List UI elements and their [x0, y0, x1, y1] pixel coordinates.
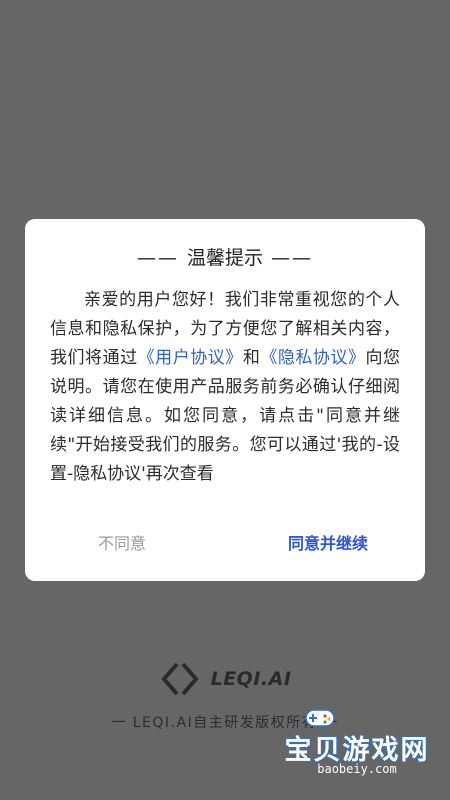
gamepad-icon	[305, 709, 335, 727]
privacy-dialog: —— 温馨提示 —— 亲爱的用户您好！我们非常重视您的个人信息和隐私保护，为了方…	[25, 219, 425, 581]
brand-name: LEQI.AI	[210, 668, 292, 690]
agree-continue-button[interactable]: 同意并继续	[288, 530, 368, 554]
body-text-part2: 和	[242, 348, 261, 368]
dialog-title: —— 温馨提示 ——	[25, 243, 425, 270]
privacy-agreement-link[interactable]: 《隐私协议》	[260, 348, 365, 368]
dialog-title-text: 温馨提示	[186, 247, 263, 269]
disagree-button[interactable]: 不同意	[98, 530, 146, 554]
splash-brand: LEQI.AI	[0, 658, 450, 700]
watermark-url: baobeiy.com	[317, 762, 397, 776]
title-dash-left: ——	[136, 247, 187, 269]
title-dash-right: ——	[263, 247, 314, 269]
leqi-logo-icon	[160, 662, 199, 696]
dialog-body: 亲爱的用户您好！我们非常重视您的个人信息和隐私保护，为了方便您了解相关内容，我们…	[50, 286, 400, 489]
body-text-part3: 向您说明。请您在使用产品服务前务必确认仔细阅读详细信息。如您同意，请点击"同意并…	[50, 348, 401, 484]
user-agreement-link[interactable]: 《用户协议》	[138, 348, 243, 368]
watermark: 宝贝游戏网 baobeiy.com	[282, 702, 432, 782]
